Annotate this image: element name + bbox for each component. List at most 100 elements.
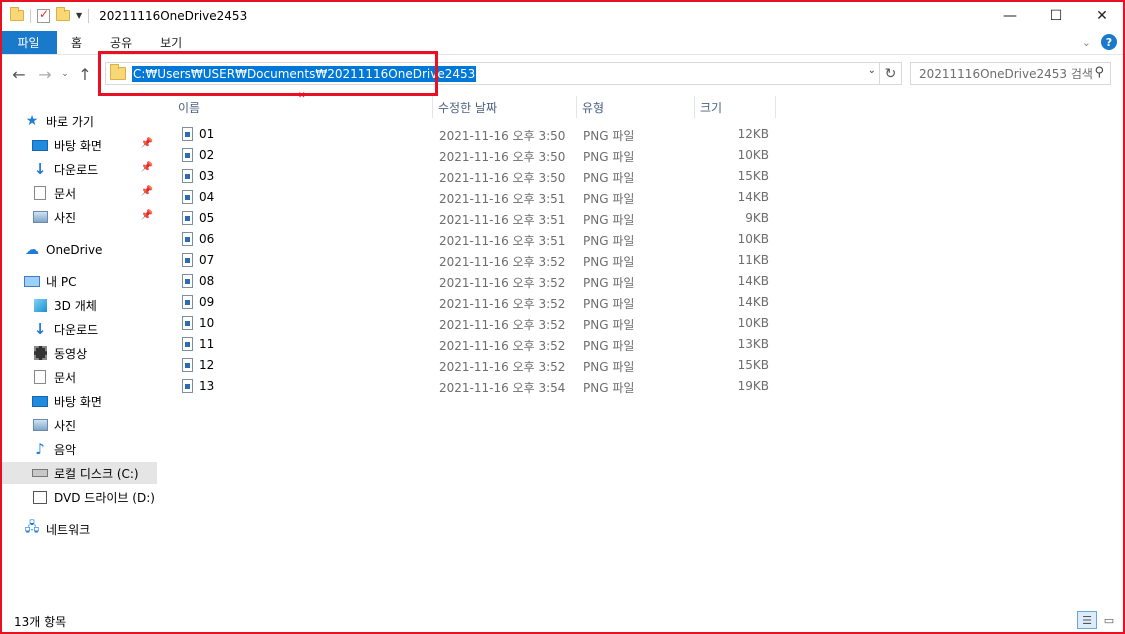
sidebar-item-network[interactable]: 🖧 네트워크 — [24, 518, 157, 540]
file-type: PNG 파일 — [583, 360, 635, 374]
large-icons-view-icon[interactable]: ▭ — [1099, 611, 1119, 629]
sidebar-item-label: 사진 — [54, 418, 77, 433]
expand-ribbon-icon[interactable]: ⌄ — [1082, 36, 1091, 49]
refresh-button[interactable]: ↻ — [880, 62, 902, 85]
table-row[interactable]: 12 2021-11-16 오후 3:52 PNG 파일 15KB — [178, 355, 778, 376]
sidebar-item-label: 로컬 디스크 (C:) — [54, 466, 139, 481]
sidebar-item-pc-pictures[interactable]: 사진 — [32, 414, 157, 436]
sidebar-item-videos[interactable]: 동영상 — [32, 342, 157, 364]
file-size: 12KB — [737, 127, 769, 141]
recent-locations-button[interactable]: ⌄ — [58, 61, 72, 87]
desktop-icon — [32, 395, 48, 407]
address-dropdown-icon[interactable]: ⌄ — [868, 65, 876, 76]
sidebar-item-quick-access[interactable]: ★ 바로 가기 — [24, 110, 157, 132]
png-file-icon — [182, 169, 193, 183]
document-icon — [34, 186, 46, 200]
file-size: 14KB — [737, 190, 769, 204]
help-icon[interactable]: ? — [1101, 34, 1117, 50]
sidebar-item-3d-objects[interactable]: 3D 개체 — [32, 294, 157, 316]
maximize-button[interactable]: ☐ — [1033, 0, 1079, 31]
close-button[interactable]: ✕ — [1079, 0, 1125, 31]
sidebar-item-label: DVD 드라이브 (D:) — [54, 490, 155, 505]
table-row[interactable]: 03 2021-11-16 오후 3:50 PNG 파일 15KB — [178, 166, 778, 187]
search-input[interactable]: 20211116OneDrive2453 검색 ⚲ — [910, 62, 1111, 85]
png-file-icon — [182, 211, 193, 225]
sidebar-item-label: 바탕 화면 — [54, 394, 102, 409]
sidebar-item-pc-downloads[interactable]: ↓ 다운로드 — [32, 318, 157, 340]
file-date: 2021-11-16 오후 3:52 — [439, 255, 566, 269]
sidebar-item-this-pc[interactable]: 내 PC — [24, 270, 157, 292]
table-row[interactable]: 02 2021-11-16 오후 3:50 PNG 파일 10KB — [178, 145, 778, 166]
title-bar: ▼ 20211116OneDrive2453 — ☐ ✕ — [0, 0, 1125, 31]
sidebar-item-desktop[interactable]: 바탕 화면 📌 — [32, 134, 157, 156]
item-count: 13개 항목 — [14, 614, 67, 629]
file-size: 10KB — [737, 148, 769, 162]
file-date: 2021-11-16 오후 3:51 — [439, 234, 566, 248]
sidebar-item-downloads[interactable]: ↓ 다운로드 📌 — [32, 158, 157, 180]
file-type: PNG 파일 — [583, 255, 635, 269]
new-folder-icon[interactable] — [56, 7, 70, 21]
file-type: PNG 파일 — [583, 171, 635, 185]
sidebar-item-pc-documents[interactable]: 문서 — [32, 366, 157, 388]
file-type: PNG 파일 — [583, 276, 635, 290]
minimize-button[interactable]: — — [987, 0, 1033, 31]
forward-button[interactable]: → — [32, 61, 58, 87]
png-file-icon — [182, 148, 193, 162]
file-list: 이름 ⌃ 수정한 날짜 유형 크기 01 2021-11-16 오후 3:50 PN… — [160, 92, 1125, 606]
file-name: 10 — [199, 316, 215, 330]
folder-icon — [10, 7, 24, 21]
file-size: 11KB — [737, 253, 769, 267]
sidebar-item-music[interactable]: ♪ 음악 — [32, 438, 157, 460]
file-size: 10KB — [737, 232, 769, 246]
navigation-pane: ★ 바로 가기 바탕 화면 📌 ↓ 다운로드 📌 문서 📌 사진 📌 ☁ One… — [0, 96, 160, 606]
file-name: 05 — [199, 211, 215, 225]
column-header-type[interactable]: 유형 — [577, 96, 695, 118]
file-date: 2021-11-16 오후 3:52 — [439, 360, 566, 374]
picture-icon — [32, 211, 48, 223]
status-bar: 13개 항목 ☰ ▭ — [0, 608, 1125, 634]
dvd-drive-icon — [33, 490, 47, 504]
table-row[interactable]: 10 2021-11-16 오후 3:52 PNG 파일 10KB — [178, 313, 778, 334]
table-row[interactable]: 07 2021-11-16 오후 3:52 PNG 파일 11KB — [178, 250, 778, 271]
table-row[interactable]: 05 2021-11-16 오후 3:51 PNG 파일 9KB — [178, 208, 778, 229]
tab-home[interactable]: 홈 — [57, 31, 96, 54]
sidebar-item-dvd-drive[interactable]: DVD 드라이브 (D:) — [32, 486, 157, 508]
file-date: 2021-11-16 오후 3:50 — [439, 150, 566, 164]
file-size: 9KB — [745, 211, 769, 225]
table-row[interactable]: 08 2021-11-16 오후 3:52 PNG 파일 14KB — [178, 271, 778, 292]
table-row[interactable]: 06 2021-11-16 오후 3:51 PNG 파일 10KB — [178, 229, 778, 250]
file-name: 01 — [199, 127, 215, 141]
back-button[interactable]: ← — [6, 61, 32, 87]
table-row[interactable]: 11 2021-11-16 오후 3:52 PNG 파일 13KB — [178, 334, 778, 355]
toolbar-divider — [30, 8, 31, 23]
sidebar-item-pc-desktop[interactable]: 바탕 화면 — [32, 390, 157, 412]
sidebar-item-pictures[interactable]: 사진 📌 — [32, 206, 157, 228]
pin-icon[interactable]: 📌 — [141, 162, 153, 173]
up-button[interactable]: ↑ — [72, 61, 98, 87]
table-row[interactable]: 01 2021-11-16 오후 3:50 PNG 파일 12KB — [178, 124, 778, 145]
file-type: PNG 파일 — [583, 318, 635, 332]
sidebar-item-onedrive[interactable]: ☁ OneDrive — [24, 239, 157, 261]
details-view-icon[interactable]: ☰ — [1077, 611, 1097, 629]
column-header-label: 크기 — [700, 100, 723, 115]
download-icon: ↓ — [33, 160, 47, 178]
sidebar-item-local-disk[interactable]: 로컬 디스크 (C:) — [0, 462, 157, 484]
png-file-icon — [182, 232, 193, 246]
pin-icon[interactable]: 📌 — [141, 210, 153, 221]
annotation-mark: ✕ — [298, 91, 306, 101]
table-row[interactable]: 13 2021-11-16 오후 3:54 PNG 파일 19KB — [178, 376, 778, 397]
pin-icon[interactable]: 📌 — [141, 186, 153, 197]
column-header-date[interactable]: 수정한 날짜 — [433, 96, 577, 118]
properties-icon[interactable] — [37, 7, 50, 23]
sidebar-item-documents[interactable]: 문서 📌 — [32, 182, 157, 204]
tab-file[interactable]: 파일 — [0, 31, 57, 54]
column-header-size[interactable]: 크기 — [695, 96, 776, 118]
table-row[interactable]: 04 2021-11-16 오후 3:51 PNG 파일 14KB — [178, 187, 778, 208]
customize-toolbar-icon[interactable]: ▼ — [76, 11, 82, 20]
file-date: 2021-11-16 오후 3:52 — [439, 339, 566, 353]
table-row[interactable]: 09 2021-11-16 오후 3:52 PNG 파일 14KB — [178, 292, 778, 313]
file-name: 09 — [199, 295, 215, 309]
pin-icon[interactable]: 📌 — [141, 138, 153, 149]
file-size: 15KB — [737, 169, 769, 183]
file-name: 08 — [199, 274, 215, 288]
